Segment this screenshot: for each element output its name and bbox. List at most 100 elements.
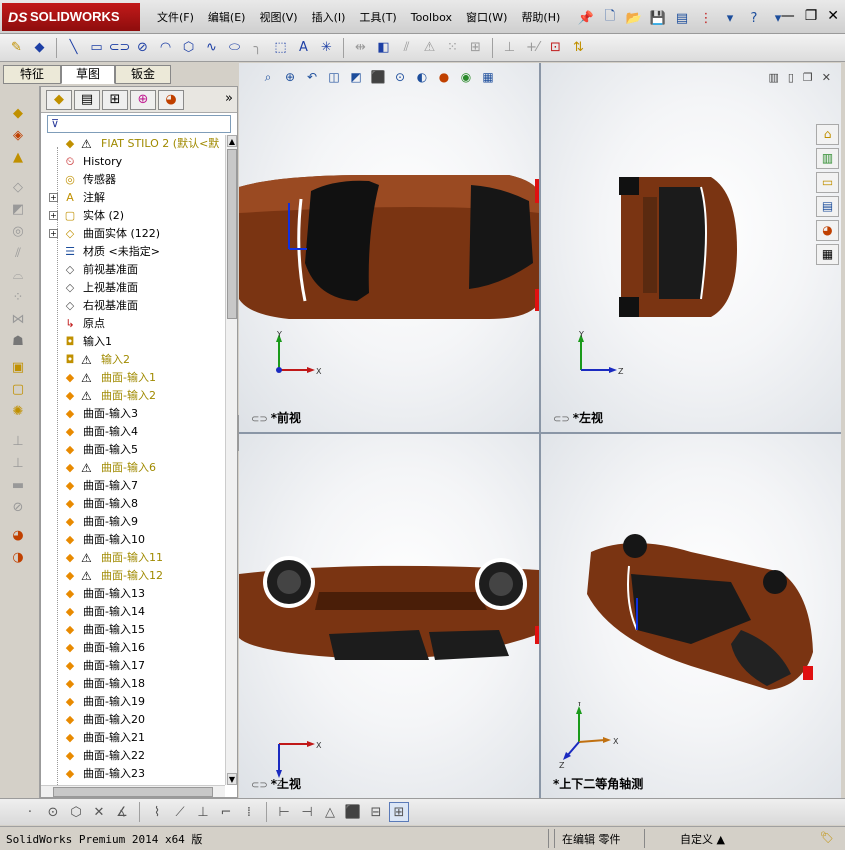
tree-item[interactable]: ◇ 前视基准面: [41, 261, 227, 279]
tree-item[interactable]: ◆ 曲面-输入10: [41, 531, 227, 549]
display-relations-icon[interactable]: ⊥: [499, 37, 520, 59]
grid-snap-icon[interactable]: ⁞: [239, 802, 259, 822]
zoom-to-area-icon[interactable]: ⊕: [281, 68, 299, 86]
move-face-icon[interactable]: ⊥: [9, 454, 27, 472]
tree-item[interactable]: + A 注解: [41, 189, 227, 207]
tree-item[interactable]: + ▢ 实体 (2): [41, 207, 227, 225]
sketch-text-icon[interactable]: A: [293, 37, 314, 59]
view-orientation-icon[interactable]: ⬛: [369, 68, 387, 86]
more-tabs-chevron-icon[interactable]: »: [225, 91, 233, 106]
tree-item[interactable]: ◆ 曲面-输入15: [41, 621, 227, 639]
design-library-icon[interactable]: ▥: [816, 148, 839, 169]
tree-horizontal-scrollbar[interactable]: [41, 785, 225, 797]
four-view-icon[interactable]: ⊞: [389, 802, 409, 822]
featuremanager-tree-tab-icon[interactable]: ◆: [46, 90, 72, 110]
ellipse-icon[interactable]: ⬭: [224, 37, 245, 59]
tree-item[interactable]: ◆ ⚠ 曲面-输入12: [41, 567, 227, 585]
menu-window[interactable]: 窗口(W): [459, 10, 514, 26]
point-tool-icon[interactable]: ·: [20, 802, 40, 822]
viewport-top[interactable]: X Z ⊂⊃ *上视: [239, 434, 539, 798]
open-folder-icon[interactable]: 📂: [623, 7, 645, 29]
options-icon[interactable]: ▾: [719, 7, 741, 29]
scroll-thumb[interactable]: [227, 149, 237, 319]
solidworks-resources-icon[interactable]: ⌂: [816, 124, 839, 145]
polygon-icon[interactable]: ⬡: [178, 37, 199, 59]
viewport-single-icon[interactable]: ▥: [768, 71, 778, 84]
tree-item[interactable]: ◆ ⚠ 曲面-输入1: [41, 369, 227, 387]
swept-boss-icon[interactable]: ▲: [9, 148, 27, 166]
tree-item[interactable]: ◆ 曲面-输入8: [41, 495, 227, 513]
sketch-icon[interactable]: ✎: [6, 37, 27, 59]
section-view-icon[interactable]: ◫: [325, 68, 343, 86]
menu-tools[interactable]: 工具(T): [352, 10, 403, 26]
circle-icon[interactable]: ⊘: [132, 37, 153, 59]
viewport-close-icon[interactable]: ✕: [822, 71, 831, 84]
lofted-cut-icon[interactable]: ⫽: [9, 244, 27, 262]
appearances-scenes-icon[interactable]: ◕: [816, 220, 839, 241]
print-icon[interactable]: ▤: [671, 7, 693, 29]
triangle-tool-icon[interactable]: △: [320, 802, 340, 822]
tree-item[interactable]: ⏲ History: [41, 153, 227, 171]
revolved-boss-icon[interactable]: ◈: [9, 126, 27, 144]
rapid-sketch-icon[interactable]: ⇅: [568, 37, 589, 59]
menu-view[interactable]: 视图(V): [252, 10, 304, 26]
zoom-to-fit-icon[interactable]: ⌕: [259, 68, 277, 86]
tree-item[interactable]: ◇ 上视基准面: [41, 279, 227, 297]
tree-item[interactable]: ◆ ⚠ 曲面-输入11: [41, 549, 227, 567]
apply-scene-icon[interactable]: ◉: [457, 68, 475, 86]
corner-tool-icon[interactable]: ⌐: [216, 802, 236, 822]
viewport-divider-vertical[interactable]: [539, 63, 541, 798]
viewport-front[interactable]: Y X ⊂⊃ *前视: [239, 63, 539, 432]
scroll-up-arrow-icon[interactable]: ▲: [227, 135, 237, 147]
tree-item[interactable]: ◆ 曲面-输入22: [41, 747, 227, 765]
close-icon[interactable]: ✕: [827, 8, 839, 24]
tab-sheet-metal[interactable]: 钣金: [115, 65, 171, 84]
view-palette-icon[interactable]: ▤: [816, 196, 839, 217]
new-document-icon[interactable]: 🗋: [599, 7, 621, 29]
spline-icon[interactable]: ∿: [201, 37, 222, 59]
smart-dimension-icon[interactable]: ◆: [29, 37, 50, 59]
reference-geometry-icon[interactable]: ✺: [9, 402, 27, 420]
dimxpert-manager-tab-icon[interactable]: ⊕: [130, 90, 156, 110]
tree-vertical-scrollbar[interactable]: ▲ ▼: [225, 135, 237, 785]
menu-edit[interactable]: 编辑(E): [201, 10, 253, 26]
display-style-icon[interactable]: ⊙: [391, 68, 409, 86]
viewport-restore-icon[interactable]: ❐: [803, 71, 813, 84]
tag-icon[interactable]: 🏷: [820, 831, 834, 844]
tree-item[interactable]: ◆ 曲面-输入5: [41, 441, 227, 459]
menu-file[interactable]: 文件(F): [150, 10, 201, 26]
text-icon[interactable]: ⬚: [270, 37, 291, 59]
tree-item[interactable]: ◇ 右视基准面: [41, 297, 227, 315]
tree-item[interactable]: ◆ 曲面-输入16: [41, 639, 227, 657]
revolved-cut-icon[interactable]: ◩: [9, 200, 27, 218]
delete-face-icon[interactable]: ▬: [9, 476, 27, 494]
tree-item[interactable]: ◘ 输入1: [41, 333, 227, 351]
x-tool-icon[interactable]: ✕: [89, 802, 109, 822]
offset-icon[interactable]: ◧: [373, 37, 394, 59]
linear-pattern-feature-icon[interactable]: ⁘: [9, 288, 27, 306]
viewport-left[interactable]: Y Z ⊂⊃ *左视: [541, 63, 841, 432]
tree-item[interactable]: ◎ 传感器: [41, 171, 227, 189]
tree-item[interactable]: ◆ ⚠ FIAT STILO 2 (默认<默: [41, 135, 227, 153]
custom-properties-icon[interactable]: ▦: [816, 244, 839, 265]
dynamic-annotation-icon[interactable]: ◩: [347, 68, 365, 86]
mirror-feature-icon[interactable]: ▣: [9, 358, 27, 376]
tree-item[interactable]: ◆ 曲面-输入7: [41, 477, 227, 495]
rectangle-icon[interactable]: ▭: [86, 37, 107, 59]
tree-item[interactable]: ◆ 曲面-输入3: [41, 405, 227, 423]
expand-toggle-icon[interactable]: +: [49, 193, 58, 202]
rib-icon[interactable]: ⋈: [9, 310, 27, 328]
arc-icon[interactable]: ◠: [155, 37, 176, 59]
angle-tool-icon[interactable]: ∡: [112, 802, 132, 822]
expand-toggle-icon[interactable]: +: [49, 211, 58, 220]
save-icon[interactable]: 💾: [647, 7, 669, 29]
shaded-view-icon[interactable]: ⬛: [343, 802, 363, 822]
solidworks-logo[interactable]: DS SOLIDWORKS: [2, 3, 140, 31]
circle-tool-icon[interactable]: ⊙: [43, 802, 63, 822]
minimize-icon[interactable]: —: [781, 8, 795, 24]
tree-item[interactable]: ◆ 曲面-输入21: [41, 729, 227, 747]
tree-item[interactable]: ☰ 材质 <未指定>: [41, 243, 227, 261]
mirror-icon[interactable]: ⇹: [350, 37, 371, 59]
viewport-split-icon[interactable]: ▯: [788, 71, 794, 84]
tree-filter-input[interactable]: ⊽: [47, 115, 231, 133]
